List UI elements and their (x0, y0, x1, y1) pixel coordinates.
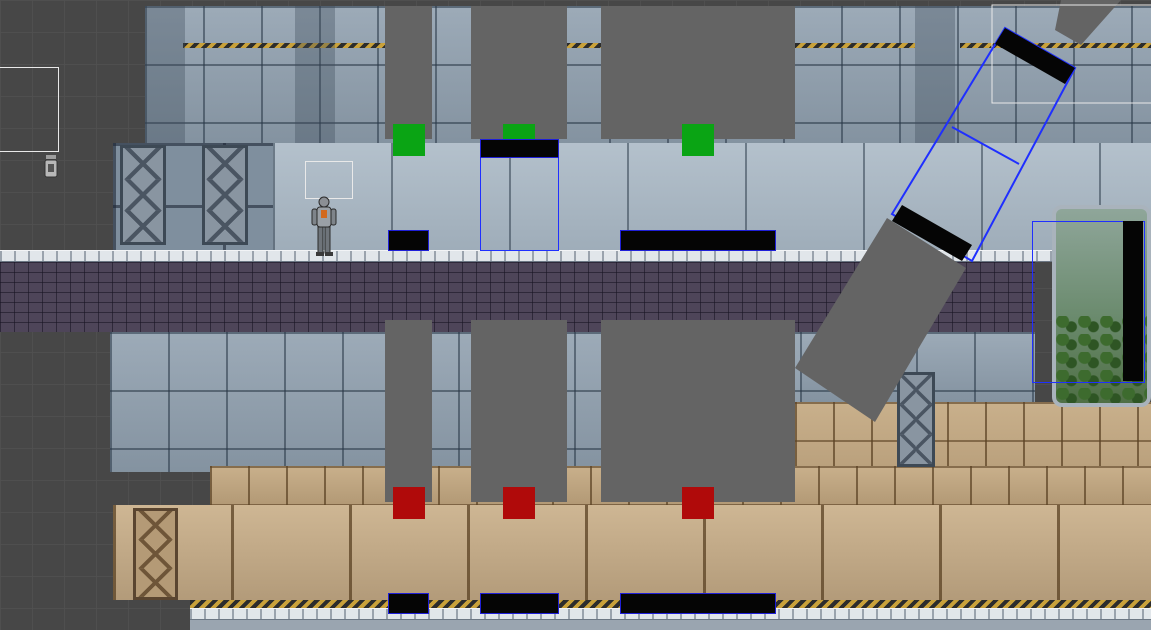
rotated-objects-layer (795, 0, 1151, 422)
gray-block-top[interactable] (385, 6, 432, 139)
black-platform[interactable] (480, 593, 559, 614)
gray-block-top[interactable] (601, 6, 795, 139)
gray-block-bottom[interactable] (601, 320, 795, 502)
crossbrace-pillar (202, 145, 248, 245)
green-trigger[interactable] (682, 124, 714, 156)
crossbrace-pillar (120, 145, 166, 245)
red-trigger[interactable] (393, 487, 425, 519)
rotated-collider-divider (951, 126, 1020, 165)
black-platform[interactable] (388, 230, 429, 251)
hazard-stripe (183, 43, 393, 48)
crossbrace-pillar-sand (133, 508, 178, 600)
rotated-black-pad-top[interactable] (995, 28, 1075, 84)
sand-wall-bottom (113, 505, 1151, 600)
player-character[interactable] (308, 195, 338, 257)
red-trigger[interactable] (503, 487, 535, 519)
red-trigger[interactable] (682, 487, 714, 519)
green-trigger[interactable] (393, 124, 425, 156)
gray-block-bottom[interactable] (471, 320, 567, 502)
black-platform[interactable] (388, 593, 429, 614)
gray-block-top[interactable] (471, 6, 567, 139)
wall-pillar (145, 6, 185, 143)
black-platform[interactable] (480, 139, 559, 158)
selection-rect-left[interactable] (0, 67, 59, 152)
wall-pillar (295, 6, 335, 143)
bottom-floor-edge (190, 620, 1151, 630)
rotated-gray-block-top[interactable] (1055, 0, 1121, 45)
hazard-stripe (565, 43, 605, 48)
gray-block-bottom[interactable] (385, 320, 432, 502)
camera-icon[interactable] (44, 155, 58, 179)
black-platform[interactable] (620, 593, 776, 614)
player-selection-box[interactable] (305, 161, 353, 199)
black-platform[interactable] (620, 230, 776, 251)
